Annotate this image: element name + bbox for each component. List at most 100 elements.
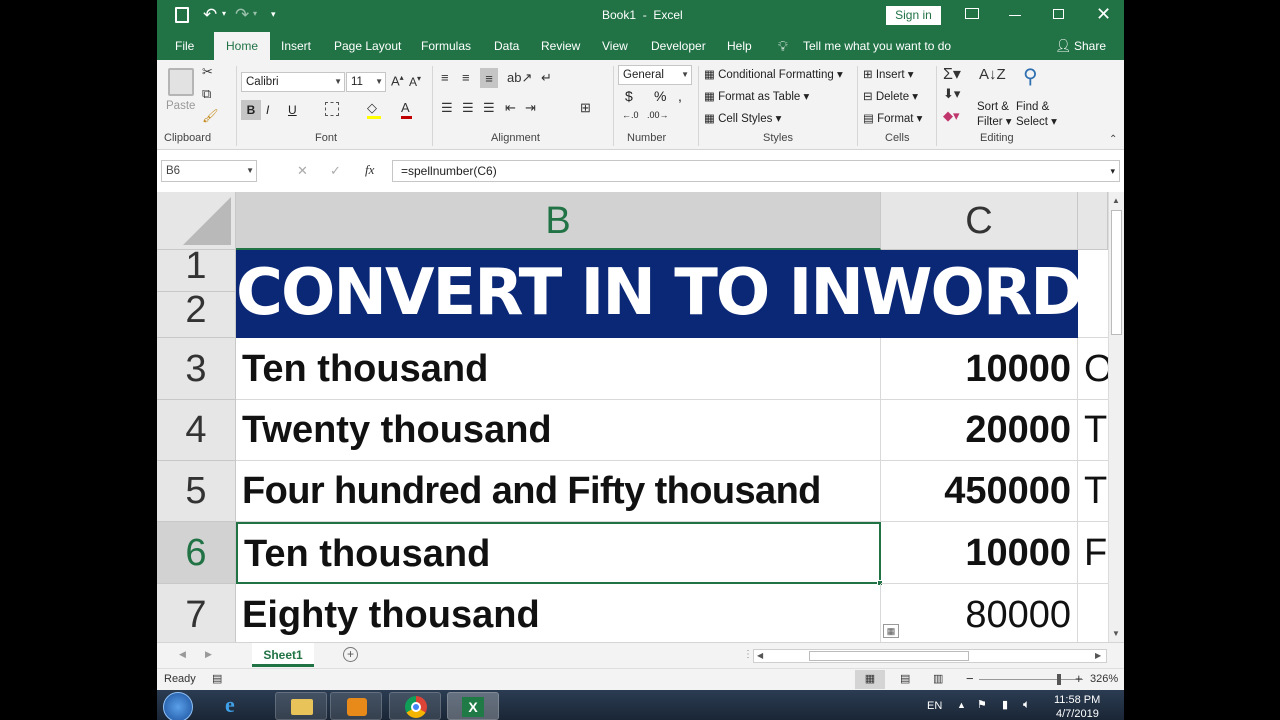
- tell-me-box[interactable]: Tell me what you want to do: [803, 32, 951, 60]
- action-center-icon[interactable]: ⚑: [977, 698, 987, 711]
- align-left-icon[interactable]: ☰: [441, 100, 453, 116]
- clock-date[interactable]: 4/7/2019: [1056, 708, 1099, 720]
- cell-c5[interactable]: 450000: [881, 461, 1078, 522]
- share-button[interactable]: Share: [1074, 32, 1106, 60]
- paste-button[interactable]: Paste: [166, 100, 195, 112]
- cell-d6[interactable]: F: [1078, 522, 1108, 584]
- language-indicator[interactable]: EN: [927, 700, 942, 712]
- next-sheet-icon[interactable]: ▶: [205, 649, 212, 660]
- zoom-level[interactable]: 326%: [1090, 673, 1118, 685]
- tab-split-icon[interactable]: ⋮: [743, 649, 753, 660]
- clock-time[interactable]: 11:58 PM: [1054, 694, 1100, 706]
- cell-d4[interactable]: T: [1078, 400, 1108, 461]
- bold-button[interactable]: B: [241, 100, 261, 120]
- cell-c3[interactable]: 10000: [881, 338, 1078, 400]
- file-explorer-icon[interactable]: [275, 692, 327, 720]
- redo-dropdown-icon[interactable]: ▾: [253, 9, 257, 18]
- cell-d5[interactable]: T: [1078, 461, 1108, 522]
- title-banner[interactable]: CONVERT IN TO INWORD: [236, 250, 1078, 338]
- cell-c4[interactable]: 20000: [881, 400, 1078, 461]
- increase-font-icon[interactable]: A▴: [391, 73, 404, 88]
- name-box[interactable]: B6 ▼: [161, 160, 257, 182]
- vertical-scroll-thumb[interactable]: [1111, 210, 1122, 335]
- increase-indent-icon[interactable]: ⇥: [525, 100, 536, 116]
- expand-formula-icon[interactable]: ▾: [1110, 161, 1115, 181]
- top-align-icon[interactable]: ≡: [441, 70, 449, 85]
- font-size-combo[interactable]: 11 ▼: [346, 72, 386, 92]
- merge-center-icon[interactable]: ⊞: [580, 100, 591, 116]
- font-color-icon[interactable]: A: [401, 100, 412, 119]
- row-header-1[interactable]: 1: [157, 247, 236, 292]
- fill-color-icon[interactable]: ◇: [367, 100, 381, 119]
- zoom-slider-thumb[interactable]: [1057, 674, 1061, 685]
- close-icon[interactable]: ✕: [1096, 4, 1111, 25]
- row-header-3[interactable]: 3: [157, 338, 236, 400]
- insert-function-icon[interactable]: fx: [365, 162, 374, 178]
- autosum-icon[interactable]: Σ▾: [943, 64, 961, 84]
- percent-button[interactable]: %: [654, 88, 666, 104]
- prev-sheet-icon[interactable]: ◀: [179, 649, 186, 660]
- tab-insert[interactable]: Insert: [281, 32, 311, 60]
- tab-help[interactable]: Help: [727, 32, 752, 60]
- tab-page-layout[interactable]: Page Layout: [334, 32, 401, 60]
- chrome-icon[interactable]: [389, 692, 441, 720]
- italic-button[interactable]: I: [266, 100, 269, 120]
- tab-developer[interactable]: Developer: [651, 32, 706, 60]
- decrease-indent-icon[interactable]: ⇤: [505, 100, 516, 116]
- conditional-formatting-button[interactable]: ▦ Conditional Formatting ▾: [704, 67, 843, 81]
- magnifier-icon[interactable]: ⚲: [1023, 64, 1038, 89]
- scroll-up-icon[interactable]: ▲: [1112, 196, 1120, 205]
- column-header-d[interactable]: [1078, 192, 1108, 250]
- quick-analysis-icon[interactable]: ▦: [883, 624, 899, 638]
- undo-dropdown-icon[interactable]: ▾: [222, 9, 226, 18]
- redo-icon[interactable]: ↷: [235, 5, 249, 25]
- number-format-combo[interactable]: General ▼: [618, 65, 692, 85]
- tab-file[interactable]: File: [175, 32, 194, 60]
- cell-b7[interactable]: Eighty thousand: [236, 584, 881, 642]
- enter-icon[interactable]: ✓: [330, 163, 341, 179]
- align-right-icon[interactable]: ☰: [483, 100, 495, 116]
- tray-expand-icon[interactable]: ▲: [957, 700, 966, 710]
- cell-d3[interactable]: O: [1078, 338, 1108, 400]
- clear-icon[interactable]: ◆▾: [943, 108, 960, 124]
- tab-home[interactable]: Home: [214, 32, 271, 60]
- macro-record-icon[interactable]: ▤: [212, 672, 222, 685]
- ie-icon[interactable]: e: [225, 692, 235, 718]
- align-center-icon[interactable]: ☰: [462, 100, 474, 116]
- insert-cells-button[interactable]: ⊞ Insert ▾: [863, 67, 914, 81]
- zoom-out-icon[interactable]: −: [966, 671, 974, 686]
- cell-d7[interactable]: [1078, 584, 1108, 642]
- scroll-right-icon[interactable]: ▶: [1095, 651, 1101, 660]
- excel-taskbar-icon[interactable]: X: [447, 692, 499, 720]
- bottom-align-icon[interactable]: ≡: [480, 68, 498, 88]
- undo-icon[interactable]: ↶: [203, 5, 217, 25]
- cell-b6[interactable]: Ten thousand: [236, 522, 881, 584]
- sort-filter-button[interactable]: Sort & Filter ▾: [977, 100, 1012, 130]
- horizontal-scrollbar[interactable]: ◀ ▶: [753, 649, 1107, 663]
- find-select-button[interactable]: Find & Select ▾: [1016, 100, 1057, 130]
- decrease-decimal-icon[interactable]: .00→: [647, 110, 669, 120]
- normal-view-icon[interactable]: ▦: [855, 670, 885, 689]
- page-layout-view-icon[interactable]: ▤: [900, 672, 910, 685]
- cell-b4[interactable]: Twenty thousand: [236, 400, 881, 461]
- customize-qat-icon[interactable]: ▾: [271, 9, 276, 20]
- zoom-in-icon[interactable]: +: [1075, 671, 1083, 686]
- cut-icon[interactable]: ✂: [202, 64, 213, 80]
- scroll-down-icon[interactable]: ▼: [1112, 629, 1120, 638]
- copy-icon[interactable]: ⧉: [202, 86, 211, 102]
- currency-button[interactable]: $: [625, 88, 633, 104]
- media-player-icon[interactable]: [330, 692, 382, 720]
- column-header-b[interactable]: B: [236, 192, 881, 250]
- save-icon[interactable]: [175, 7, 189, 23]
- font-name-combo[interactable]: Calibri ▼: [241, 72, 345, 92]
- tab-data[interactable]: Data: [494, 32, 519, 60]
- wrap-text-icon[interactable]: ↵: [541, 70, 552, 86]
- tab-view[interactable]: View: [602, 32, 628, 60]
- sign-in-button[interactable]: Sign in: [886, 6, 941, 25]
- network-icon[interactable]: ▮: [1002, 698, 1008, 711]
- row-header-5[interactable]: 5: [157, 461, 236, 522]
- fill-icon[interactable]: ⬇▾: [943, 86, 960, 102]
- page-break-view-icon[interactable]: ▥: [933, 672, 943, 685]
- cell-d1[interactable]: [1078, 250, 1108, 338]
- cell-b3[interactable]: Ten thousand: [236, 338, 881, 400]
